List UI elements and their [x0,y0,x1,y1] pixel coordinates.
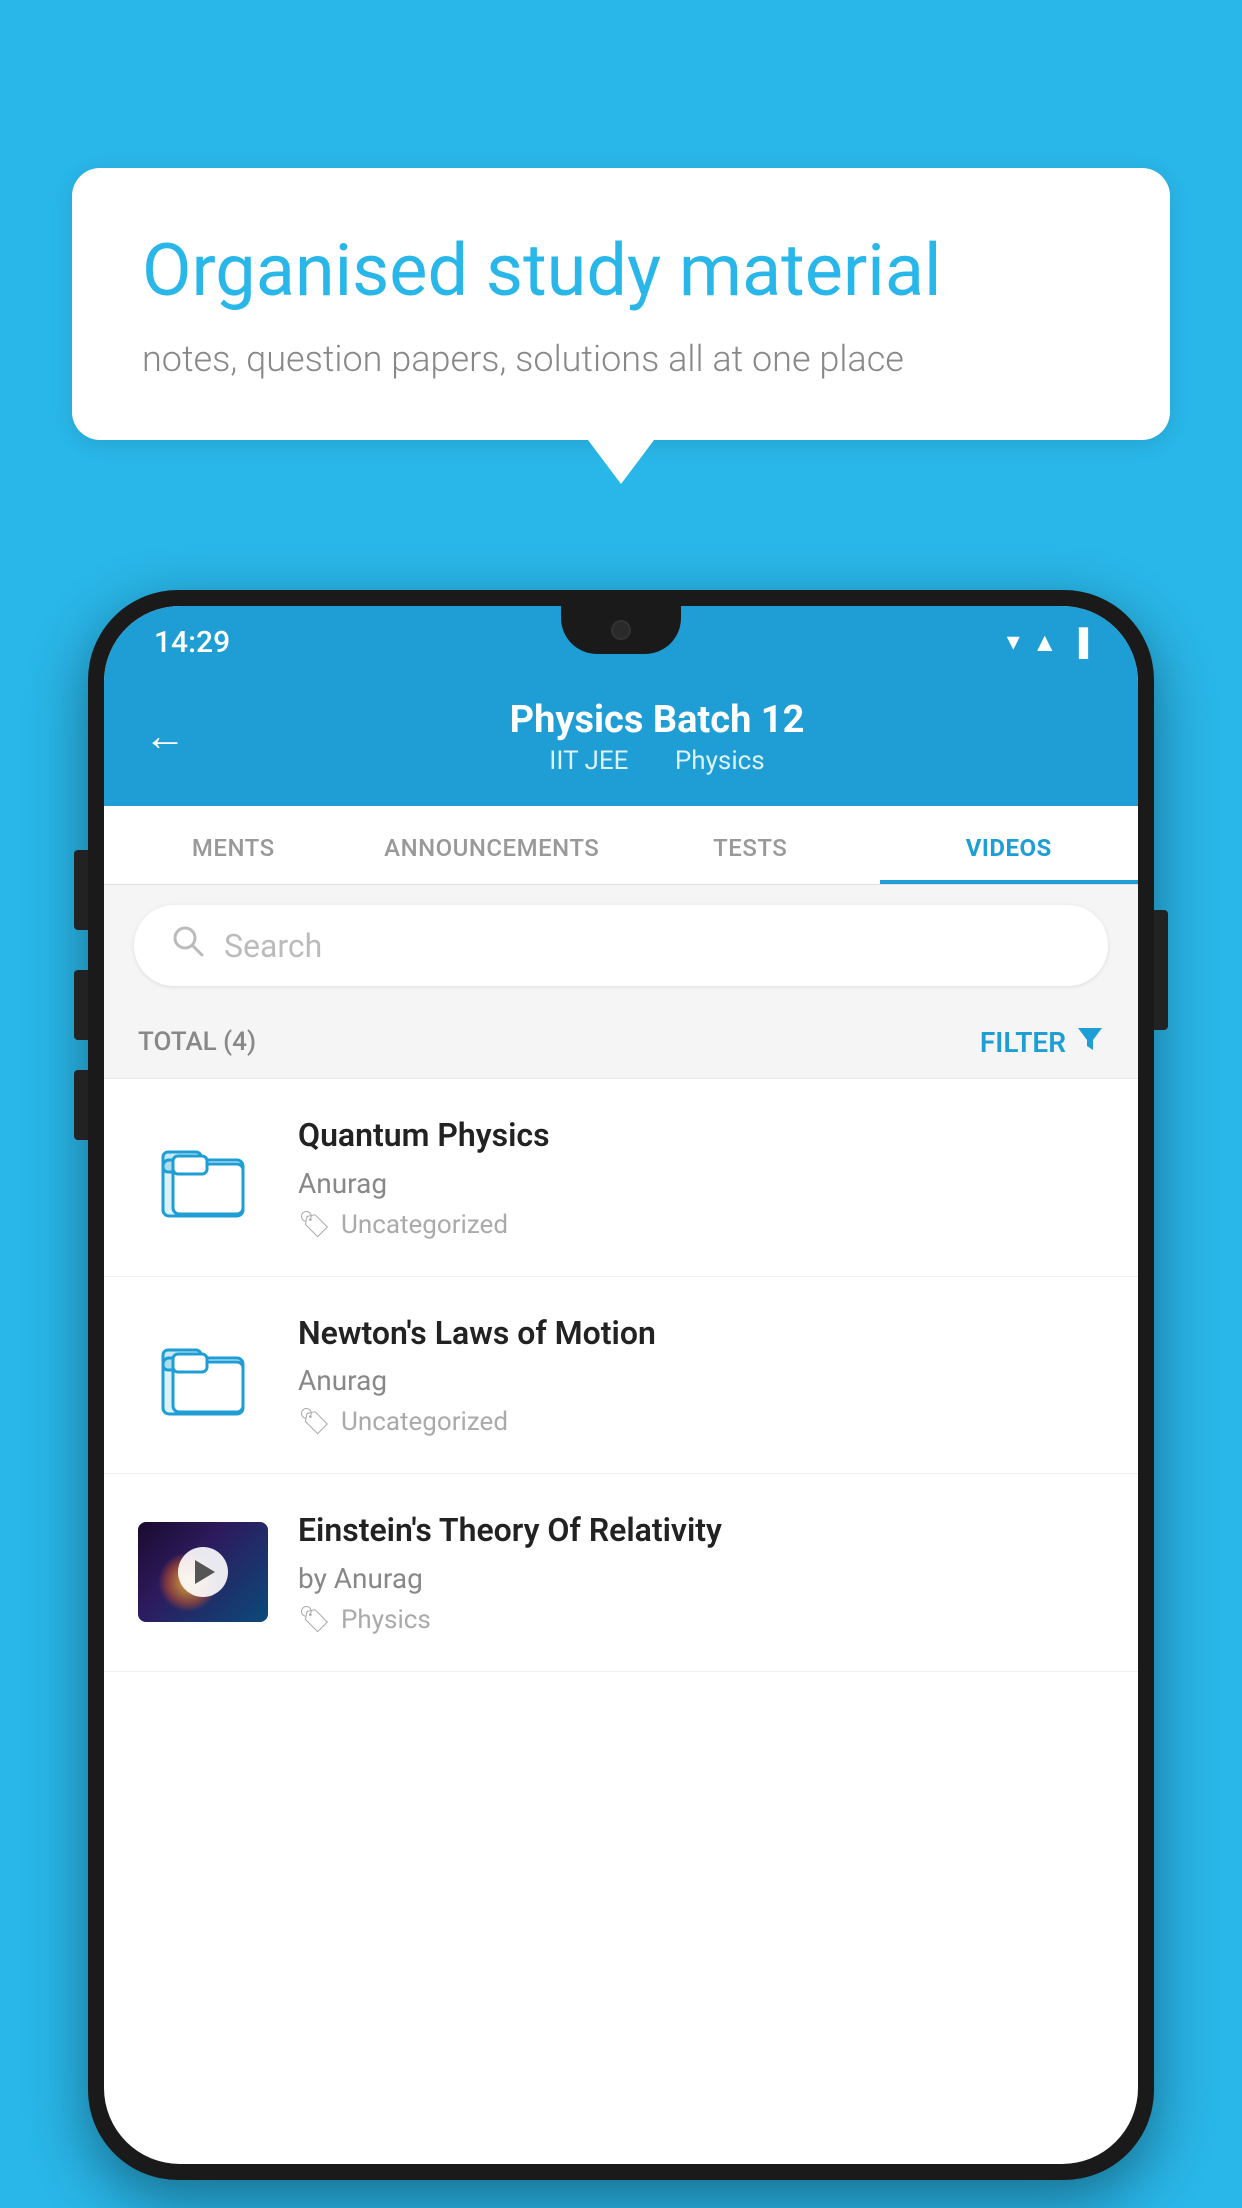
tag-icon: 🏷 [298,1210,331,1240]
wifi-icon: ▾ [1007,627,1020,657]
tag-label: Physics [341,1605,431,1635]
item-title: Einstein's Theory Of Relativity [298,1510,1104,1552]
search-bar[interactable]: Search [134,905,1108,986]
phone-frame: 14:29 ▾ ▲ ▐ ← Physics Batch 12 IIT JEE [88,590,1154,2208]
tab-tests[interactable]: TESTS [621,806,880,884]
item-title: Quantum Physics [298,1115,1104,1157]
subtitle-iit: IIT JEE [549,746,628,776]
item-tag: 🏷 Uncategorized [298,1407,1104,1437]
phone-screen: 14:29 ▾ ▲ ▐ ← Physics Batch 12 IIT JEE [104,606,1138,2164]
video-list: Quantum Physics Anurag 🏷 Uncategorized [104,1079,1138,1672]
subtitle-physics: Physics [675,746,765,776]
phone-notch [561,606,681,654]
tag-label: Uncategorized [341,1407,508,1437]
tabs-bar: MENTS ANNOUNCEMENTS TESTS VIDEOS [104,806,1138,885]
volume-down-button [74,1070,88,1140]
item-info: Newton's Laws of Motion Anurag 🏷 Uncateg… [298,1313,1104,1438]
item-tag: 🏷 Physics [298,1605,1104,1635]
hero-subtitle: notes, question papers, solutions all at… [142,338,1100,380]
phone-outer: 14:29 ▾ ▲ ▐ ← Physics Batch 12 IIT JEE [88,590,1154,2180]
item-title: Newton's Laws of Motion [298,1313,1104,1355]
signal-icon: ▲ [1032,627,1058,658]
batch-title: Physics Batch 12 [216,698,1098,742]
item-author: Anurag [298,1167,1104,1200]
speech-bubble-card: Organised study material notes, question… [72,168,1170,440]
list-item[interactable]: Einstein's Theory Of Relativity by Anura… [104,1474,1138,1672]
item-thumbnail [138,1325,268,1425]
item-tag: 🏷 Uncategorized [298,1210,1104,1240]
camera [611,620,631,640]
filter-bar: TOTAL (4) FILTER [104,1006,1138,1079]
volume-up-button [74,970,88,1040]
header-title-block: Physics Batch 12 IIT JEE Physics [216,698,1098,776]
tag-icon: 🏷 [298,1407,331,1437]
item-thumbnail [138,1127,268,1227]
search-placeholder: Search [224,927,322,965]
app-header: ← Physics Batch 12 IIT JEE Physics [104,678,1138,806]
tag-label: Uncategorized [341,1210,508,1240]
item-author: Anurag [298,1364,1104,1397]
tab-videos[interactable]: VIDEOS [880,806,1139,884]
list-item[interactable]: Quantum Physics Anurag 🏷 Uncategorized [104,1079,1138,1277]
battery-icon: ▐ [1070,627,1088,658]
tab-ments[interactable]: MENTS [104,806,363,884]
tab-announcements[interactable]: ANNOUNCEMENTS [363,806,622,884]
item-info: Quantum Physics Anurag 🏷 Uncategorized [298,1115,1104,1240]
item-thumbnail-video [138,1522,268,1622]
item-info: Einstein's Theory Of Relativity by Anura… [298,1510,1104,1635]
back-button[interactable]: ← [144,716,186,758]
batch-subtitle: IIT JEE Physics [216,746,1098,776]
play-triangle-icon [195,1560,215,1584]
status-bar: 14:29 ▾ ▲ ▐ [104,606,1138,678]
filter-label: FILTER [980,1026,1066,1059]
item-author: by Anurag [298,1562,1104,1595]
filter-funnel-icon [1076,1024,1104,1060]
status-time: 14:29 [154,625,230,660]
search-icon [170,923,206,968]
filter-button[interactable]: FILTER [980,1024,1104,1060]
hero-title: Organised study material [142,228,1100,314]
play-button-overlay[interactable] [178,1547,228,1597]
tag-icon: 🏷 [298,1605,331,1635]
search-container: Search [104,885,1138,1006]
status-icons: ▾ ▲ ▐ [1007,627,1088,658]
list-item[interactable]: Newton's Laws of Motion Anurag 🏷 Uncateg… [104,1277,1138,1475]
total-count: TOTAL (4) [138,1027,256,1057]
